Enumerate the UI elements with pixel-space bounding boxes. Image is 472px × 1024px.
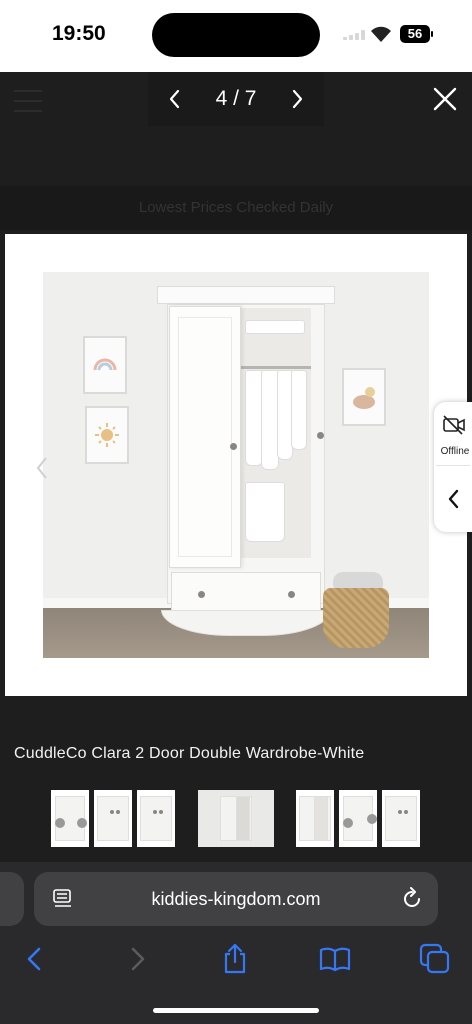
thumbnail-7[interactable] <box>382 790 420 847</box>
dynamic-island <box>152 13 320 57</box>
video-off-icon <box>443 415 465 435</box>
offline-button[interactable]: Offline <box>436 404 470 466</box>
product-image[interactable] <box>43 272 429 658</box>
side-widget: Offline <box>434 402 472 532</box>
forward-icon[interactable] <box>120 942 154 976</box>
reload-icon[interactable] <box>400 887 424 911</box>
previous-tab-preview[interactable] <box>0 872 24 926</box>
chevron-right-icon[interactable] <box>282 84 312 114</box>
basket-illustration <box>323 588 389 648</box>
home-indicator <box>153 1008 319 1013</box>
status-bar: 19:50 56 <box>0 0 472 72</box>
thumbnail-2[interactable] <box>94 790 132 847</box>
product-title: CuddleCo Clara 2 Door Double Wardrobe-Wh… <box>14 745 365 762</box>
thumbnail-5[interactable] <box>296 790 334 847</box>
chevron-left-icon[interactable] <box>442 484 464 514</box>
wardrobe-illustration <box>157 286 335 642</box>
close-icon[interactable] <box>428 82 462 116</box>
thumbnail-1[interactable] <box>51 790 89 847</box>
wifi-icon <box>371 26 391 42</box>
address-bar[interactable]: kiddies-kingdom.com <box>34 872 438 926</box>
thumbnail-6[interactable] <box>339 790 377 847</box>
gallery-image-frame <box>5 234 467 696</box>
browser-toolbar: kiddies-kingdom.com <box>0 862 472 1024</box>
battery-icon: 56 <box>400 25 433 43</box>
wall-art-sun <box>85 406 129 464</box>
back-icon[interactable] <box>18 942 52 976</box>
bookmarks-icon[interactable] <box>318 942 352 976</box>
signal-icon <box>343 30 367 40</box>
status-time: 19:50 <box>52 22 106 45</box>
menu-icon <box>14 88 42 114</box>
wall-art-hedgehog <box>342 368 386 426</box>
share-icon[interactable] <box>218 942 252 976</box>
image-prev-icon[interactable] <box>35 456 49 480</box>
tabs-icon[interactable] <box>418 942 452 976</box>
gallery-nav: 4 / 7 <box>148 72 324 126</box>
offline-label: Offline <box>440 446 470 457</box>
wall-art-rainbow <box>83 336 127 394</box>
thumbnail-3[interactable] <box>137 790 175 847</box>
url-text: kiddies-kingdom.com <box>151 889 321 909</box>
promo-banner: Lowest Prices Checked Daily <box>0 186 472 230</box>
thumbnail-4-active[interactable] <box>198 790 274 847</box>
